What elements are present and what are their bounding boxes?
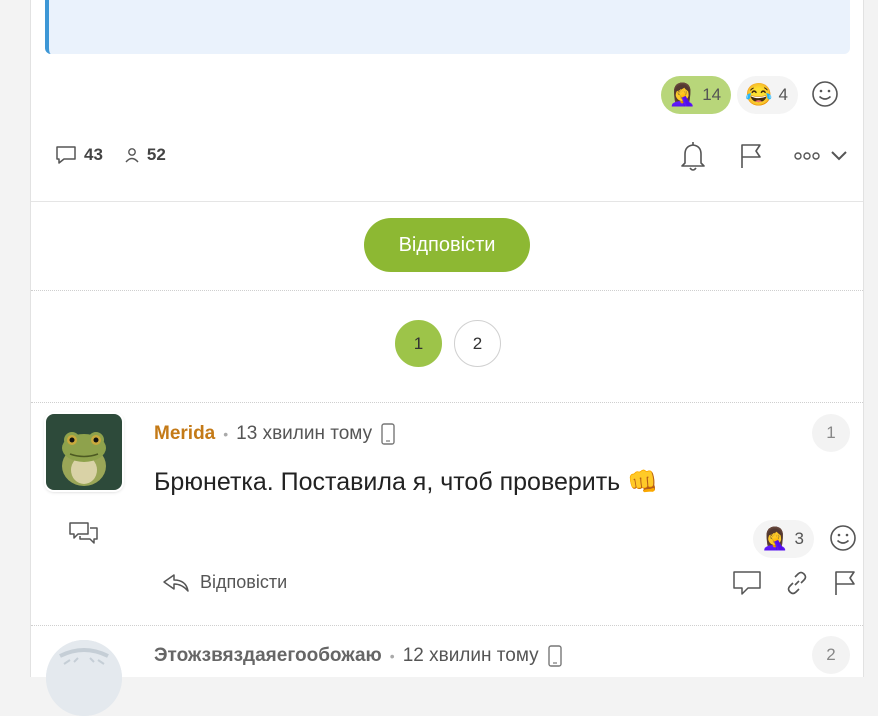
- avatar[interactable]: [46, 640, 122, 716]
- reply-label: Відповісти: [200, 571, 288, 592]
- add-reaction-icon[interactable]: [828, 523, 860, 555]
- comment-text: Брюнетка. Поставила я, чтоб проверить 👊: [154, 468, 658, 497]
- comment-number[interactable]: 1: [812, 414, 850, 452]
- flag-icon[interactable]: [832, 569, 858, 597]
- laughing-emoji-icon: 😂: [745, 82, 773, 107]
- comment-author[interactable]: Merida: [154, 423, 215, 445]
- reply-button[interactable]: Відповісти: [364, 218, 530, 272]
- mobile-device-icon: [380, 422, 396, 446]
- comment-time: 13 хвилин тому: [236, 423, 373, 444]
- post-reactions: 🤦‍♀️ 14 😂 4: [660, 76, 842, 114]
- link-icon[interactable]: [784, 570, 810, 596]
- comment-header: Этожзвяздаяегообожаю • 12 хвилин тому: [154, 644, 563, 668]
- post-stats: 43 52: [54, 144, 166, 166]
- add-reaction-icon[interactable]: [810, 79, 842, 111]
- participants-count-value: 52: [146, 145, 166, 164]
- comment-icon: [54, 144, 78, 166]
- pagination: 1 2: [395, 320, 501, 367]
- divider: [31, 201, 863, 202]
- comments-count-value: 43: [84, 145, 103, 164]
- avatar[interactable]: [46, 414, 122, 490]
- page-1-button[interactable]: 1: [395, 320, 442, 367]
- quote-reply-icon[interactable]: [732, 569, 762, 597]
- comment-header: Merida • 13 хвилин тому: [154, 422, 396, 446]
- comment-reactions: 🤦‍♀️ 3: [753, 520, 860, 558]
- reaction-facepalm[interactable]: 🤦‍♀️ 14: [660, 76, 732, 114]
- reply-link[interactable]: Відповісти: [162, 571, 287, 593]
- fist-emoji-icon: 👊: [627, 468, 659, 496]
- divider: [31, 402, 863, 403]
- post-actions: [678, 139, 848, 173]
- divider: [31, 290, 863, 291]
- reply-arrow-icon: [162, 571, 190, 593]
- participants-count: 52: [123, 145, 166, 165]
- facepalm-emoji-icon: 🤦‍♀️: [761, 526, 789, 551]
- comment-actions: [732, 569, 858, 597]
- comment-author[interactable]: Этожзвяздаяегообожаю: [154, 645, 382, 667]
- mobile-device-icon: [547, 644, 563, 668]
- comments-count[interactable]: 43: [54, 144, 103, 166]
- user-icon: [123, 146, 141, 164]
- divider: [31, 625, 863, 626]
- separator-dot: •: [389, 648, 395, 664]
- bell-icon[interactable]: [678, 139, 708, 173]
- separator-dot: •: [223, 426, 229, 442]
- page-2-button[interactable]: 2: [454, 320, 501, 367]
- comment-text-body: Брюнетка. Поставила я, чтоб проверить: [154, 468, 621, 496]
- comment-number[interactable]: 2: [812, 636, 850, 674]
- reaction-count: 4: [778, 85, 788, 104]
- comment-time: 12 хвилин тому: [402, 645, 539, 666]
- more-options-icon[interactable]: [794, 150, 848, 162]
- reaction-laugh[interactable]: 😂 4: [737, 76, 798, 114]
- chevron-down-icon: [831, 151, 847, 161]
- facepalm-emoji-icon: 🤦‍♀️: [668, 82, 697, 107]
- flag-icon[interactable]: [738, 142, 764, 170]
- quote-block: [45, 0, 850, 54]
- reaction-facepalm[interactable]: 🤦‍♀️ 3: [753, 520, 814, 558]
- comment-thread-icon[interactable]: [68, 520, 100, 548]
- reaction-count: 3: [794, 529, 804, 548]
- reaction-count: 14: [702, 85, 722, 104]
